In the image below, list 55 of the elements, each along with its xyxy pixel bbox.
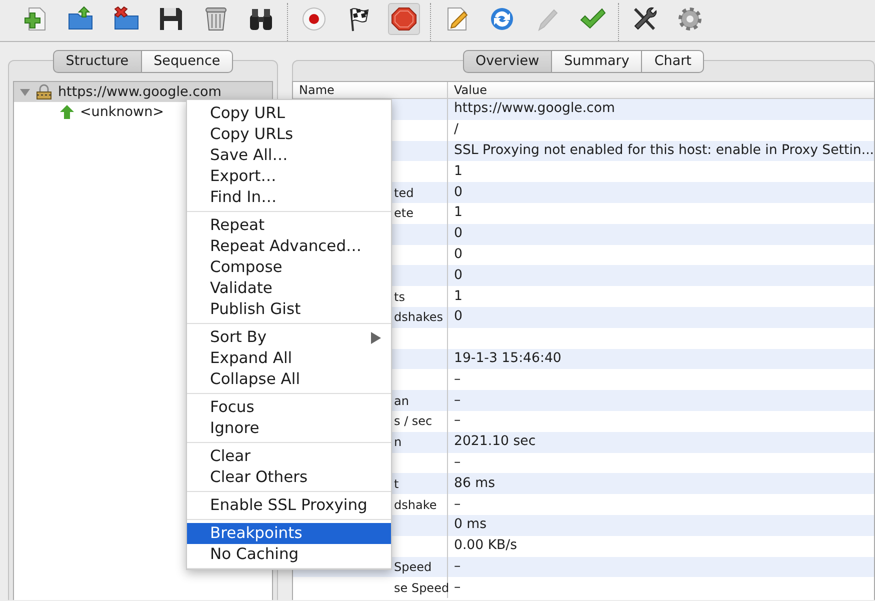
table-cell-text: 2021.10 sec	[453, 433, 536, 452]
tab[interactable]: Chart	[642, 50, 704, 73]
gear-icon[interactable]	[676, 5, 704, 33]
table-cell-text: dshake	[394, 496, 437, 514]
table-cell-text: n	[394, 434, 402, 452]
record-icon[interactable]	[300, 5, 328, 33]
tab[interactable]: Sequence	[142, 50, 234, 73]
table-cell-text: 19-1-3 15:46:40	[453, 350, 562, 368]
stop-icon	[390, 5, 418, 33]
table-cell-text: an	[394, 392, 409, 410]
table-cell-text: –	[453, 454, 461, 472]
column-header[interactable]: Value	[448, 82, 487, 98]
table-cell-text: –	[453, 496, 461, 514]
menu-item[interactable]: Collapse All	[187, 369, 391, 390]
table-cell-text: ted	[394, 184, 414, 202]
table-cell-text: dshakes	[394, 309, 443, 326]
table-cell-text: –	[453, 578, 461, 597]
table-cell-text: 0	[453, 246, 462, 264]
tree-item[interactable]: <unknown>	[80, 102, 164, 122]
table-row[interactable]: se Speed –	[293, 577, 874, 598]
tab[interactable]: Overview	[462, 50, 552, 73]
lock-icon	[36, 84, 52, 100]
refresh-icon[interactable]	[488, 5, 516, 33]
submenu-arrow-icon	[371, 332, 381, 344]
table-cell-text: 0.00 KB/s	[453, 537, 518, 556]
table-cell-text: SSL Proxying not enabled for this host: enable in Proxy Settin...	[453, 142, 874, 160]
tab[interactable]: Summary	[552, 50, 642, 73]
table-cell-text: –	[453, 392, 461, 410]
table-cell-text: 86 ms	[453, 474, 496, 493]
table-cell-text: –	[453, 370, 461, 389]
table-cell-text: 0	[453, 266, 462, 285]
table-cell-text: 1	[453, 204, 462, 222]
table-cell-text: https://www.google.com	[453, 100, 615, 118]
table-cell-text: /	[453, 121, 458, 140]
table-cell-text: s / sec	[394, 413, 432, 430]
table-cell-text: 0	[453, 184, 462, 202]
menu-item[interactable]: Enable SSL Proxying	[187, 495, 391, 516]
table-cell-text: se Speed	[394, 580, 450, 597]
table-cell-text: Speed	[394, 558, 432, 576]
tab[interactable]: Structure	[52, 50, 142, 73]
table-cell-text: –	[453, 412, 461, 430]
table-cell-text: 0	[453, 225, 462, 244]
menu-item[interactable]: Breakpoints	[187, 523, 391, 544]
table-cell-text: 0	[453, 308, 462, 326]
column-header[interactable]: Name	[293, 82, 448, 98]
table-cell-text: ts	[394, 288, 405, 306]
table-cell-text: ete	[394, 205, 414, 222]
table-cell-text: –	[453, 558, 461, 576]
menu-item[interactable]: Sort By	[187, 327, 391, 348]
up-arrow-icon	[60, 105, 74, 119]
stop-button[interactable]	[388, 3, 420, 35]
table-cell-text: 1	[453, 162, 462, 181]
table-cell-text: 0 ms	[453, 516, 487, 534]
table-cell-text: t	[394, 476, 399, 493]
table-cell-text: 1	[453, 288, 462, 306]
